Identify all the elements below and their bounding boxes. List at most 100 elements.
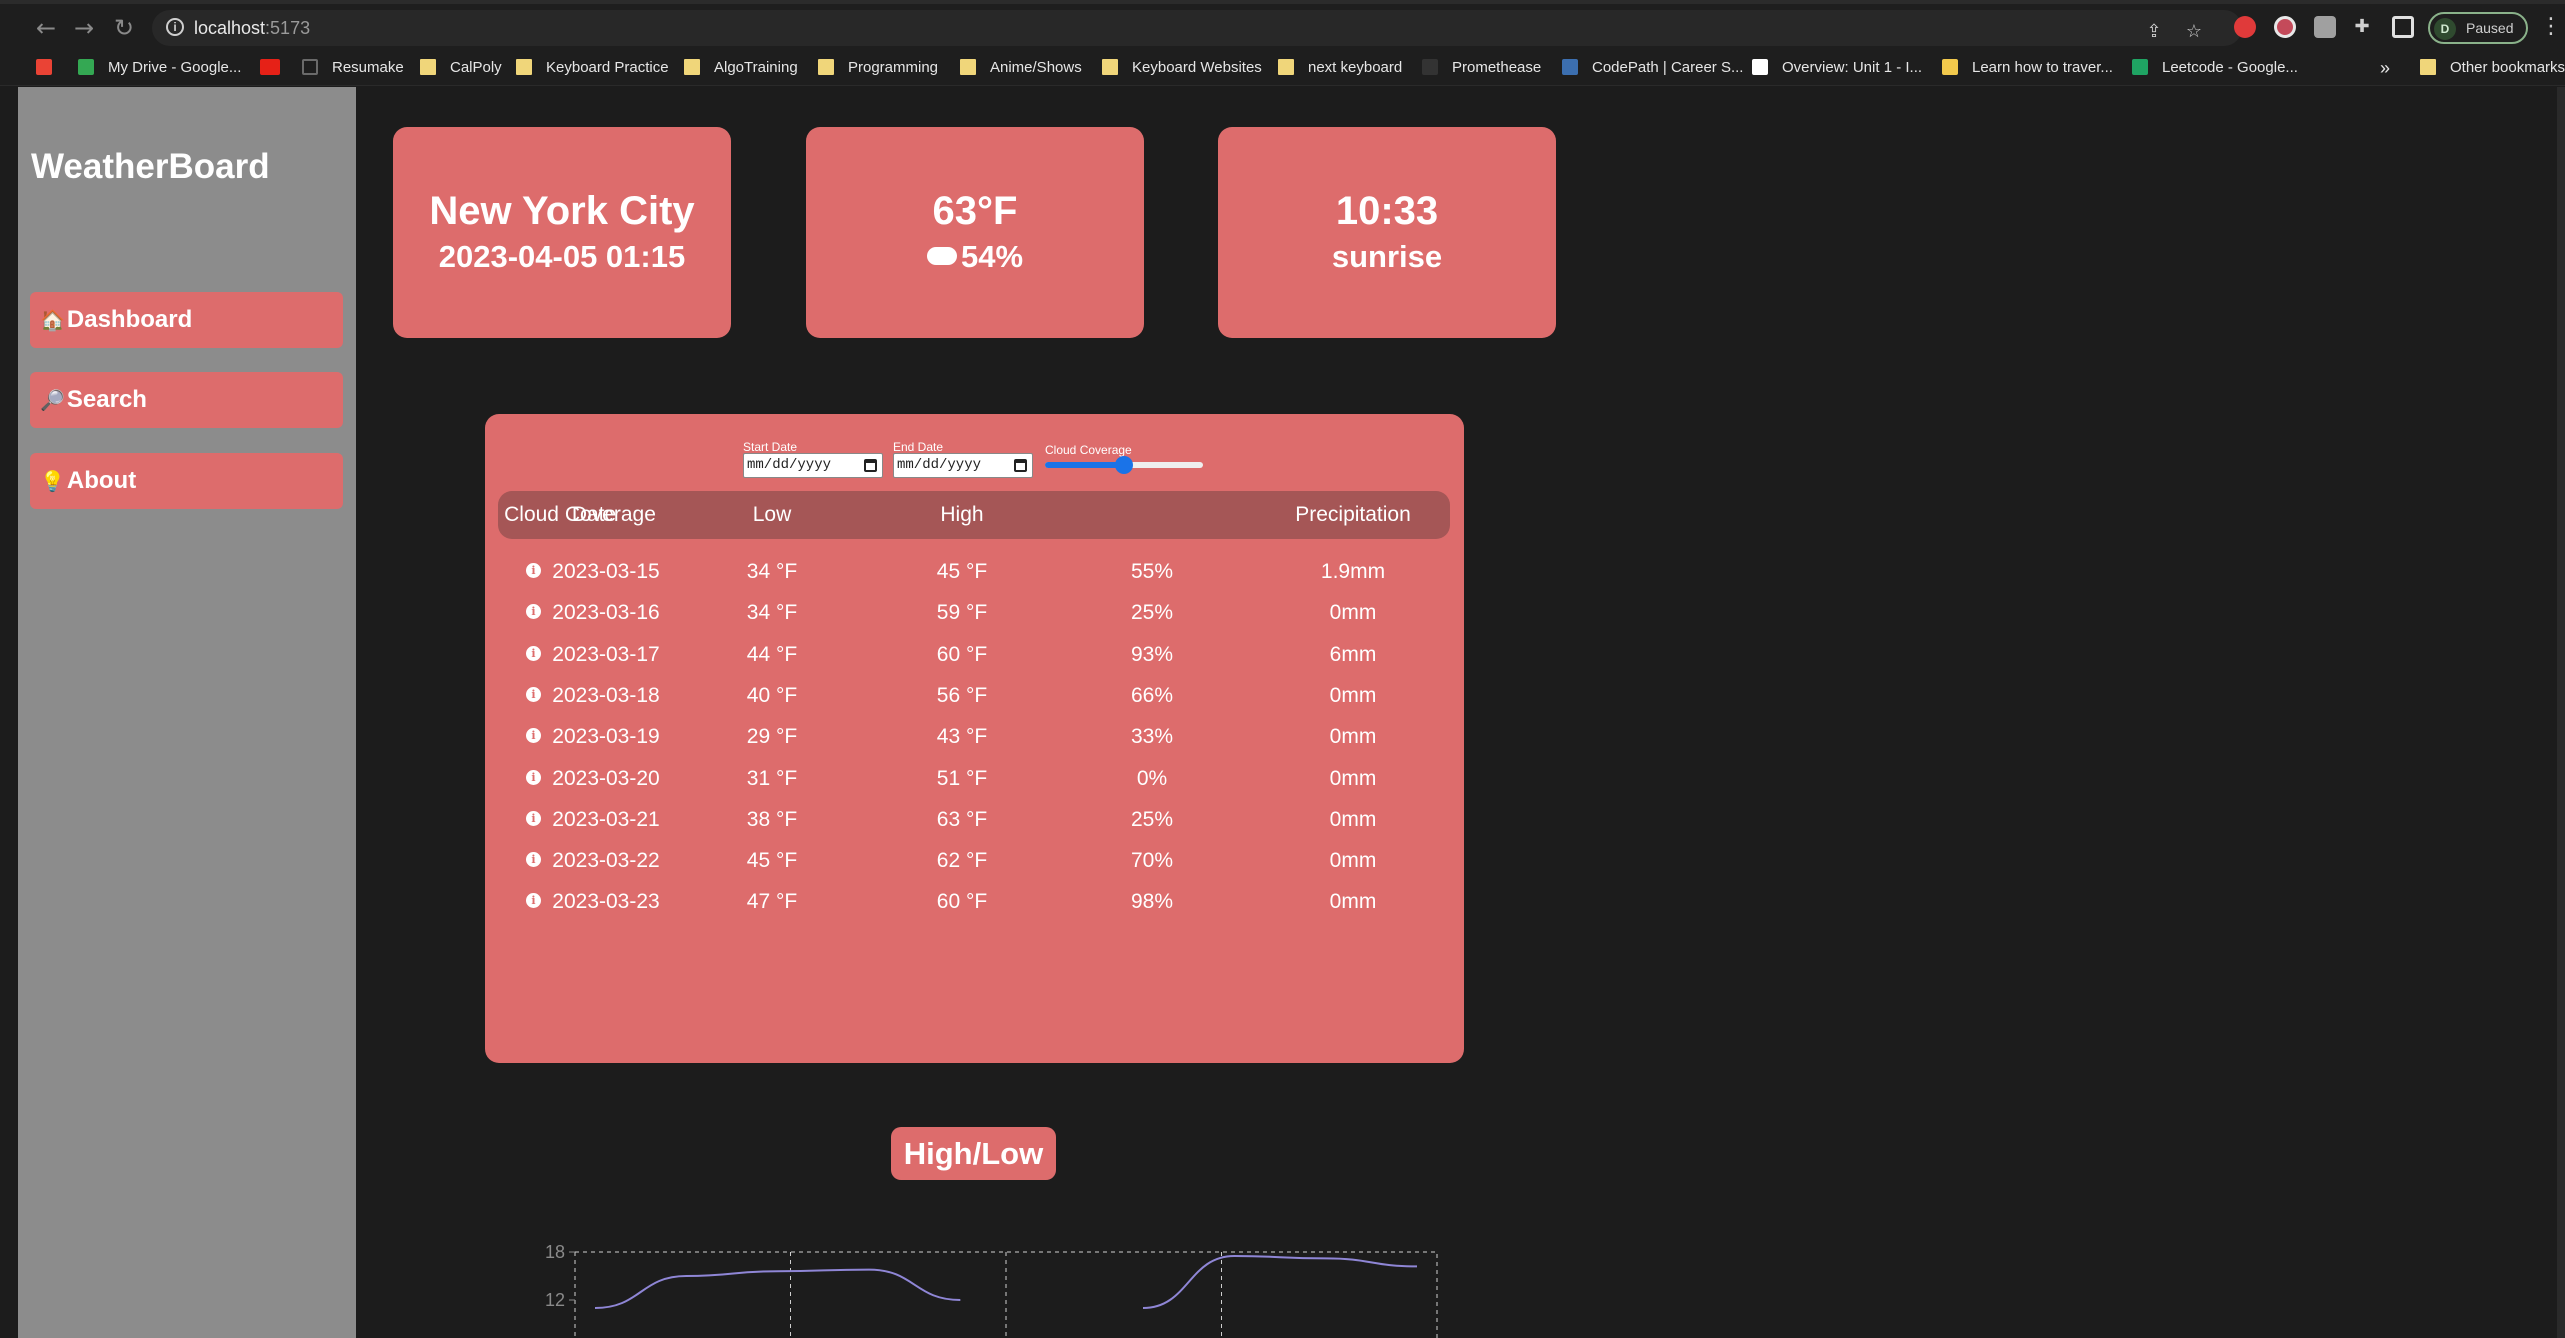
bookmark-calpoly[interactable]: CalPoly [420, 57, 502, 79]
td-date[interactable]: 2023-03-21 [550, 808, 662, 832]
td-precip: 0mm [1329, 890, 1377, 914]
th-low[interactable]: Low [730, 503, 814, 527]
start-date-label: Start Date [743, 440, 798, 454]
td-date[interactable]: 2023-03-19 [550, 725, 662, 749]
folder-icon [516, 59, 532, 75]
slider-thumb[interactable] [1115, 456, 1133, 474]
nav-search[interactable]: 🔎Search [30, 372, 343, 428]
share-icon[interactable]: ⇪ [2144, 22, 2164, 42]
td-date[interactable]: 2023-03-23 [550, 890, 662, 914]
th-cloud-coverage[interactable]: Cloud Coverage [498, 503, 662, 527]
bookmark-codepath[interactable]: CodePath | Career S... [1562, 57, 1743, 79]
bookmark-resumake[interactable]: Resumake [302, 57, 404, 79]
profile-button[interactable]: D Paused [2428, 12, 2528, 44]
info-icon[interactable]: i [526, 769, 541, 785]
extension-adblock-icon[interactable] [2234, 16, 2256, 38]
td-low: 47 °F [746, 890, 798, 914]
td-date[interactable]: 2023-03-16 [550, 601, 662, 625]
sheets-icon [2132, 59, 2148, 75]
td-date[interactable]: 2023-03-22 [550, 849, 662, 873]
slider-fill [1045, 462, 1124, 468]
bookmark-overview-unit[interactable]: Overview: Unit 1 - I... [1752, 57, 1922, 79]
start-date-input[interactable]: mm/dd/yyyy [743, 453, 883, 478]
gmail-icon [36, 59, 52, 75]
series-line [1142, 1254, 1418, 1309]
cloud-coverage-value: 54% [960, 239, 1024, 274]
y-tick-label: 12 [545, 1290, 565, 1310]
table-row: i 2023-03-16 34 °F 59 °F 25% 0mm [498, 593, 1450, 634]
bookmark-algotraining[interactable]: AlgoTraining [684, 57, 798, 79]
lightbulb-icon: 💡 [40, 469, 65, 493]
browser-menu-icon[interactable]: ⋮ [2540, 14, 2562, 39]
td-date[interactable]: 2023-03-18 [550, 684, 662, 708]
bookmark-learn-traverse[interactable]: Learn how to traver... [1942, 57, 2113, 79]
folder-icon [818, 59, 834, 75]
bookmark-drive[interactable]: My Drive - Google... [78, 57, 241, 79]
bookmark-anime-shows[interactable]: Anime/Shows [960, 57, 1082, 79]
td-date[interactable]: 2023-03-20 [550, 767, 662, 791]
site-info-icon[interactable]: i [166, 18, 184, 36]
page-scrollbar[interactable] [2557, 87, 2565, 1338]
extension-camera-icon[interactable] [2314, 16, 2336, 38]
extension-game-icon[interactable] [2274, 16, 2296, 38]
td-date[interactable]: 2023-03-15 [550, 560, 662, 584]
url-text: localhost:5173 [194, 18, 311, 38]
cloud-coverage-slider[interactable] [1045, 456, 1203, 474]
bookmark-programming[interactable]: Programming [818, 57, 938, 79]
table-row: i 2023-03-18 40 °F 56 °F 66% 0mm [498, 676, 1450, 717]
td-high: 60 °F [936, 642, 988, 666]
magnifier-icon: 🔎 [40, 388, 65, 412]
reload-icon[interactable]: ↻ [110, 14, 138, 42]
local-datetime: 2023-04-05 01:15 [438, 239, 686, 274]
calendar-icon[interactable] [1014, 459, 1027, 472]
bookmarks-overflow-button[interactable]: » [2380, 57, 2390, 79]
bookmark-other-bookmarks[interactable]: Other bookmarks [2420, 57, 2565, 79]
bookmark-star-icon[interactable]: ☆ [2184, 22, 2204, 42]
nav-dashboard[interactable]: 🏠Dashboard [30, 292, 343, 348]
td-precip: 6mm [1329, 642, 1377, 666]
info-icon[interactable]: i [526, 563, 541, 578]
td-high: 43 °F [936, 725, 988, 749]
bookmark-promethease[interactable]: Promethease [1422, 57, 1541, 79]
side-panel-icon[interactable] [2392, 16, 2414, 38]
profile-status: Paused [2466, 20, 2514, 36]
promethease-icon [1422, 59, 1438, 75]
nav-about[interactable]: 💡About [30, 453, 343, 509]
info-icon[interactable]: i [526, 686, 541, 702]
td-date[interactable]: 2023-03-17 [550, 643, 662, 667]
info-icon[interactable]: i [526, 728, 541, 744]
bookmark-gmail[interactable] [36, 57, 52, 79]
address-bar[interactable]: i localhost:5173 ⇪ ☆ [152, 10, 2242, 46]
calendar-icon[interactable] [864, 459, 877, 472]
end-date-input[interactable]: mm/dd/yyyy [893, 453, 1033, 478]
info-icon[interactable]: i [526, 604, 541, 620]
bookmark-youtube[interactable] [260, 57, 280, 79]
info-icon[interactable]: i [526, 645, 541, 661]
td-precip: 1.9mm [1320, 560, 1386, 583]
bookmark-leetcode[interactable]: Leetcode - Google... [2132, 57, 2298, 79]
th-precipitation[interactable]: Precipitation [1266, 503, 1440, 527]
back-icon[interactable]: ← [32, 14, 60, 42]
folder-icon [684, 59, 700, 75]
cloud-icon [926, 247, 957, 265]
forward-icon[interactable]: → [70, 14, 98, 42]
bookmark-next-keyboard[interactable]: next keyboard [1278, 57, 1402, 79]
table-row: i 2023-03-20 31 °F 51 °F 0% 0mm [498, 759, 1450, 800]
bookmark-keyboard-practice[interactable]: Keyboard Practice [516, 57, 669, 79]
td-cloud: 55% [1130, 560, 1174, 583]
td-low: 34 °F [746, 601, 798, 625]
bookmark-keyboard-websites[interactable]: Keyboard Websites [1102, 57, 1262, 79]
info-icon[interactable]: i [526, 893, 541, 909]
th-high[interactable]: High [920, 503, 1004, 527]
td-precip: 0mm [1329, 683, 1377, 707]
extensions-puzzle-icon[interactable]: ✚ [2352, 17, 2372, 37]
table-row: i 2023-03-21 38 °F 63 °F 25% 0mm [498, 800, 1450, 841]
table-row: i 2023-03-19 29 °F 43 °F 33% 0mm [498, 717, 1450, 758]
info-icon[interactable]: i [526, 810, 541, 826]
high-low-chart: 1812 [545, 1242, 1438, 1338]
td-cloud: 25% [1130, 807, 1174, 831]
info-icon[interactable]: i [526, 852, 541, 868]
table-row: i 2023-03-22 45 °F 62 °F 70% 0mm [498, 841, 1450, 882]
drive-icon [78, 59, 94, 75]
td-cloud: 70% [1130, 849, 1174, 873]
